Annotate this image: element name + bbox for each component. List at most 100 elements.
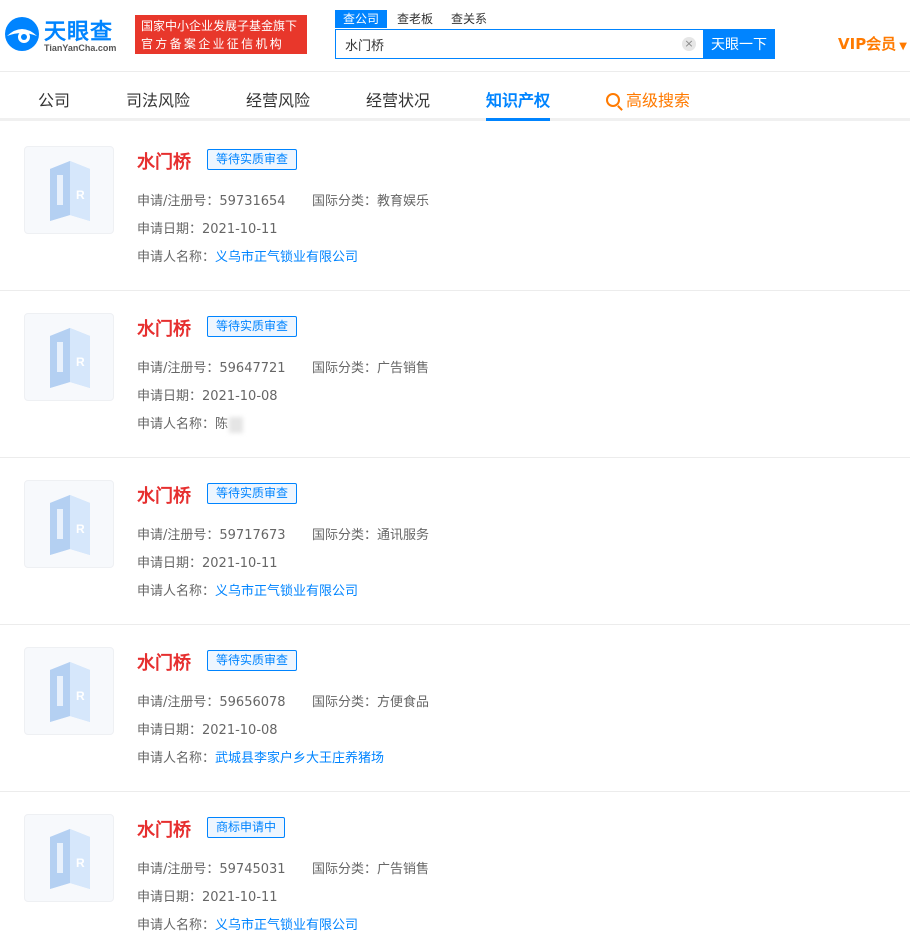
apply-date-label: 申请日期： xyxy=(137,556,203,571)
reg-no-row: 申请/注册号：59731654 xyxy=(137,190,286,209)
intl-class-label: 国际分类： xyxy=(312,194,378,209)
search-icon xyxy=(606,93,620,107)
trademark-name[interactable]: 水门桥 xyxy=(137,148,191,174)
intl-class-value: 通讯服务 xyxy=(377,528,430,543)
trademark-name[interactable]: 水门桥 xyxy=(137,482,191,508)
nav-advanced-search[interactable]: 高级搜索 xyxy=(606,87,690,111)
trademark-book-icon: R xyxy=(50,161,90,221)
apply-date-label: 申请日期： xyxy=(137,723,203,738)
trademark-image[interactable]: R xyxy=(24,480,114,568)
reg-no-value: 59745031 xyxy=(219,862,286,877)
trademark-book-icon: R xyxy=(50,328,90,388)
svg-text:R: R xyxy=(76,856,85,870)
applicant-row: 申请人名称：陈 xyxy=(137,413,244,433)
nav-intellectual-property[interactable]: 知识产权 xyxy=(486,87,550,111)
apply-date-label: 申请日期： xyxy=(137,890,203,905)
intl-class-label: 国际分类： xyxy=(312,528,378,543)
nav-judicial-risk[interactable]: 司法风险 xyxy=(126,87,190,111)
tianyancha-logo[interactable]: 天眼查 TianYanCha.com xyxy=(2,12,128,56)
svg-text:R: R xyxy=(76,689,85,703)
nav-company[interactable]: 公司 xyxy=(38,87,70,111)
applicant-value: 陈 xyxy=(215,417,229,432)
clear-icon[interactable]: × xyxy=(682,37,696,51)
trademark-image[interactable]: R xyxy=(24,814,114,902)
apply-date-value: 2021-10-11 xyxy=(202,556,278,571)
trademark-list: R 水门桥 等待实质审查 申请/注册号：59731654 国际分类：教育娱乐 申… xyxy=(0,124,910,945)
caret-down-icon: ▼ xyxy=(899,41,907,52)
reg-no-value: 59647721 xyxy=(219,361,286,376)
reg-no-row: 申请/注册号：59656078 xyxy=(137,691,286,710)
apply-date-row: 申请日期：2021-10-11 xyxy=(137,218,278,237)
intl-class-row: 国际分类：广告销售 xyxy=(312,357,429,376)
intl-class-label: 国际分类： xyxy=(312,361,378,376)
trademark-image[interactable]: R xyxy=(24,146,114,234)
applicant-label: 申请人名称： xyxy=(137,250,216,265)
trademark-card: R 水门桥 商标申请中 申请/注册号：59745031 国际分类：广告销售 申请… xyxy=(0,792,910,945)
gov-badge: 国家中小企业发展子基金旗下 官方备案企业征信机构 xyxy=(135,15,307,54)
intl-class-value: 教育娱乐 xyxy=(377,194,430,209)
tab-search-relation[interactable]: 查关系 xyxy=(443,10,495,28)
applicant-label: 申请人名称： xyxy=(137,918,216,933)
trademark-book-icon: R xyxy=(50,495,90,555)
applicant-value[interactable]: 义乌市正气锁业有限公司 xyxy=(215,584,358,599)
gov-badge-line2: 官方备案企业征信机构 xyxy=(141,37,285,51)
search-box: × 天眼一下 xyxy=(335,29,775,59)
redacted-name xyxy=(229,416,244,433)
apply-date-row: 申请日期：2021-10-08 xyxy=(137,385,278,404)
trademark-card: R 水门桥 等待实质审查 申请/注册号：59656078 国际分类：方便食品 申… xyxy=(0,625,910,792)
nav-operating-status[interactable]: 经营状况 xyxy=(366,87,430,111)
apply-date-row: 申请日期：2021-10-08 xyxy=(137,719,278,738)
trademark-name[interactable]: 水门桥 xyxy=(137,816,191,842)
trademark-book-icon: R xyxy=(50,829,90,889)
trademark-image[interactable]: R xyxy=(24,313,114,401)
trademark-card: R 水门桥 等待实质审查 申请/注册号：59731654 国际分类：教育娱乐 申… xyxy=(0,124,910,291)
trademark-image[interactable]: R xyxy=(24,647,114,735)
apply-date-value: 2021-10-11 xyxy=(202,222,278,237)
nav-advanced-search-label: 高级搜索 xyxy=(626,91,691,110)
trademark-book-icon: R xyxy=(50,662,90,722)
vip-label: VIP会员 xyxy=(838,35,897,53)
apply-date-row: 申请日期：2021-10-11 xyxy=(137,886,278,905)
applicant-row: 申请人名称：义乌市正气锁业有限公司 xyxy=(137,580,358,599)
tab-search-company[interactable]: 查公司 xyxy=(335,10,388,28)
trademark-name[interactable]: 水门桥 xyxy=(137,649,191,675)
apply-date-value: 2021-10-08 xyxy=(202,389,278,404)
apply-date-row: 申请日期：2021-10-11 xyxy=(137,552,278,571)
reg-no-value: 59717673 xyxy=(219,528,286,543)
tab-search-boss[interactable]: 查老板 xyxy=(389,10,441,28)
apply-date-value: 2021-10-08 xyxy=(202,723,278,738)
search-button[interactable]: 天眼一下 xyxy=(703,29,775,59)
applicant-label: 申请人名称： xyxy=(137,584,216,599)
intl-class-label: 国际分类： xyxy=(312,695,378,710)
reg-no-value: 59731654 xyxy=(219,194,286,209)
applicant-value[interactable]: 武城县李家户乡大王庄养猪场 xyxy=(215,751,384,766)
search-tabs: 查公司 查老板 查关系 xyxy=(335,10,497,30)
trademark-card: R 水门桥 等待实质审查 申请/注册号：59717673 国际分类：通讯服务 申… xyxy=(0,458,910,625)
vip-member-menu[interactable]: VIP会员 ▼ xyxy=(838,33,907,54)
applicant-value[interactable]: 义乌市正气锁业有限公司 xyxy=(215,918,358,933)
status-badge: 等待实质审查 xyxy=(207,650,298,671)
intl-class-row: 国际分类：广告销售 xyxy=(312,858,429,877)
search-input[interactable] xyxy=(336,30,696,58)
status-badge: 商标申请中 xyxy=(207,817,286,838)
svg-text:R: R xyxy=(76,355,85,369)
svg-text:R: R xyxy=(76,188,85,202)
applicant-label: 申请人名称： xyxy=(137,751,216,766)
trademark-name[interactable]: 水门桥 xyxy=(137,315,191,341)
trademark-card: R 水门桥 等待实质审查 申请/注册号：59647721 国际分类：广告销售 申… xyxy=(0,291,910,458)
nav-active-underline xyxy=(486,118,550,121)
category-nav: 公司 司法风险 经营风险 经营状况 知识产权 高级搜索 xyxy=(0,73,910,121)
apply-date-label: 申请日期： xyxy=(137,389,203,404)
reg-no-label: 申请/注册号： xyxy=(137,361,220,376)
intl-class-value: 方便食品 xyxy=(377,695,430,710)
logo-text: 天眼查 xyxy=(44,20,114,45)
applicant-value[interactable]: 义乌市正气锁业有限公司 xyxy=(215,250,358,265)
nav-operating-risk[interactable]: 经营风险 xyxy=(246,87,310,111)
status-badge: 等待实质审查 xyxy=(207,483,298,504)
gov-badge-line1: 国家中小企业发展子基金旗下 xyxy=(141,19,298,33)
applicant-row: 申请人名称：武城县李家户乡大王庄养猪场 xyxy=(137,747,384,766)
apply-date-label: 申请日期： xyxy=(137,222,203,237)
applicant-label: 申请人名称： xyxy=(137,417,216,432)
intl-class-row: 国际分类：教育娱乐 xyxy=(312,190,429,209)
intl-class-row: 国际分类：通讯服务 xyxy=(312,524,429,543)
